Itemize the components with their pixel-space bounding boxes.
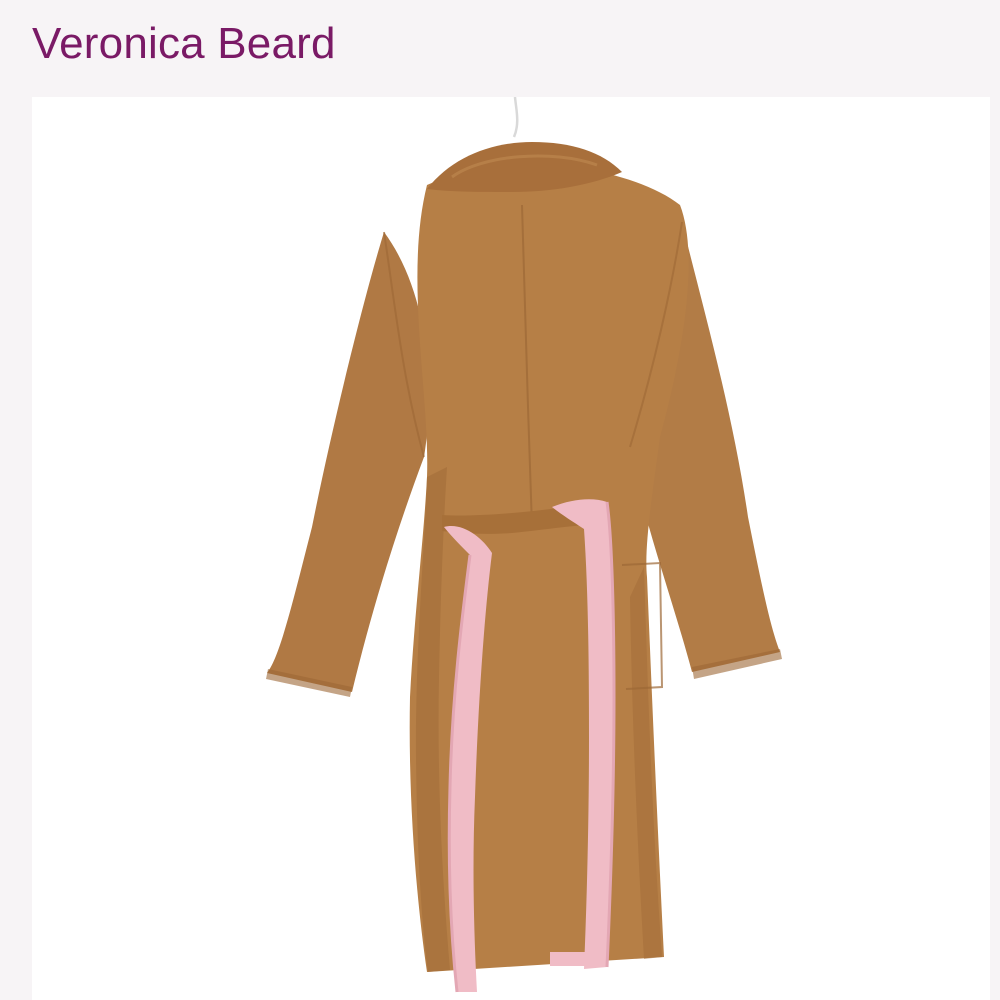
product-photo[interactable]: [32, 97, 990, 1000]
coat-illustration: [32, 97, 990, 1000]
belt-tip: [550, 952, 588, 966]
brand-title[interactable]: Veronica Beard: [32, 14, 336, 74]
product-page: Veronica Beard: [0, 0, 1000, 1000]
